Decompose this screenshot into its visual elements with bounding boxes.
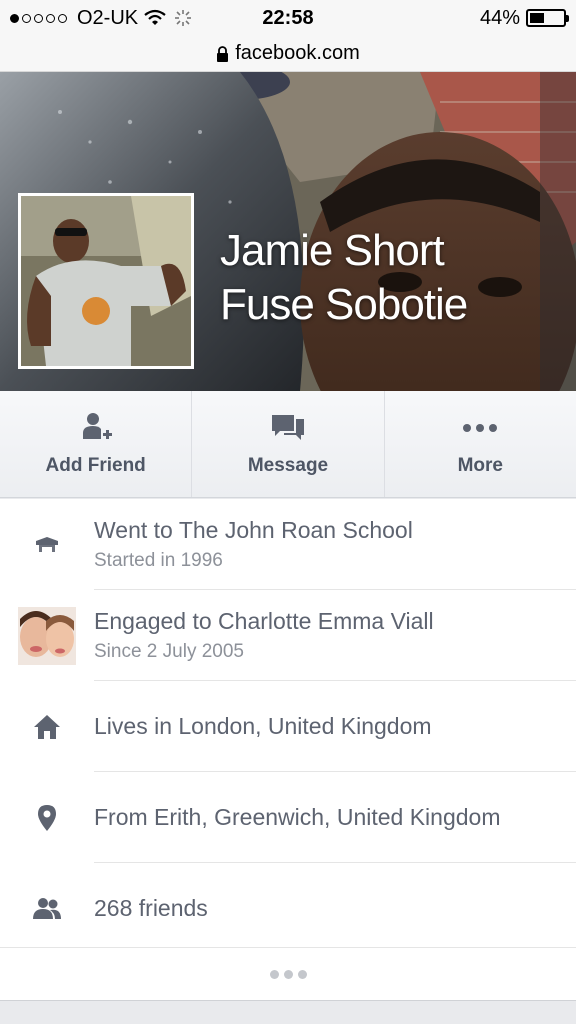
education-secondary: Started in 1996 (94, 549, 223, 571)
profile-name: Jamie Short Fuse Sobotie (220, 224, 560, 332)
status-left: O2-UK (10, 7, 194, 30)
lock-icon (217, 45, 229, 62)
profile-name-line1: Jamie Short (220, 226, 445, 275)
profile-picture[interactable] (18, 193, 194, 369)
friends-icon (0, 897, 94, 921)
message-button[interactable]: Message (192, 391, 385, 497)
status-bar: O2-UK 22:58 44% (0, 0, 576, 36)
add-friend-button[interactable]: Add Friend (0, 391, 193, 497)
message-icon (270, 411, 306, 445)
profile-image (21, 196, 191, 366)
message-label: Message (247, 455, 329, 476)
carrier-name: O2-UK (77, 6, 139, 29)
status-right: 44% (479, 6, 569, 30)
add-friend-icon (78, 411, 114, 445)
more-label: More (457, 455, 504, 476)
add-friend-label: Add Friend (45, 455, 146, 476)
hometown-text: From Erith, Greenwich, United Kingdom (94, 772, 576, 863)
ellipsis-icon (269, 969, 279, 979)
url-text: facebook.com (235, 42, 360, 64)
education-primary: Went to The John Roan School (94, 516, 413, 543)
address-bar[interactable]: facebook.com (0, 36, 576, 72)
lives-in-text: Lives in London, United Kingdom (94, 681, 576, 772)
signal-strength-icon (10, 13, 67, 23)
more-button[interactable]: More (385, 391, 576, 497)
more-icon (462, 411, 498, 445)
relationship-secondary: Since 2 July 2005 (94, 640, 244, 662)
friends-text: 268 friends (94, 863, 576, 954)
education-icon (0, 535, 94, 555)
info-lives-in[interactable]: Lives in London, United Kingdom (0, 681, 576, 772)
relationship-primary: Engaged to Charlotte Emma Viall (94, 607, 434, 634)
info-education[interactable]: Went to The John Roan School Started in … (0, 499, 576, 590)
cover-photo[interactable]: Jamie Short Fuse Sobotie (0, 72, 576, 391)
bottom-strip (0, 1000, 576, 1024)
location-pin-icon (0, 804, 94, 832)
wifi-icon (144, 9, 166, 25)
lives-in-primary: Lives in London, United Kingdom (94, 712, 432, 739)
profile-info-list: Went to The John Roan School Started in … (0, 499, 576, 947)
see-more-button[interactable] (0, 947, 576, 1000)
loading-spinner-icon (175, 10, 192, 26)
profile-actions: Add Friend Message More (0, 391, 576, 498)
info-friends[interactable]: 268 friends (0, 863, 576, 954)
friends-count: 268 friends (94, 895, 208, 921)
info-hometown[interactable]: From Erith, Greenwich, United Kingdom (0, 772, 576, 863)
hometown-primary: From Erith, Greenwich, United Kingdom (94, 803, 501, 830)
battery-icon (526, 9, 569, 27)
profile-name-line2: Fuse Sobotie (220, 280, 468, 329)
info-relationship[interactable]: Engaged to Charlotte Emma Viall Since 2 … (0, 590, 576, 681)
home-icon (0, 714, 94, 740)
relationship-text: Engaged to Charlotte Emma Viall Since 2 … (94, 590, 576, 681)
education-text: Went to The John Roan School Started in … (94, 499, 576, 590)
battery-percent: 44% (479, 6, 520, 29)
relationship-photo[interactable] (0, 606, 94, 665)
